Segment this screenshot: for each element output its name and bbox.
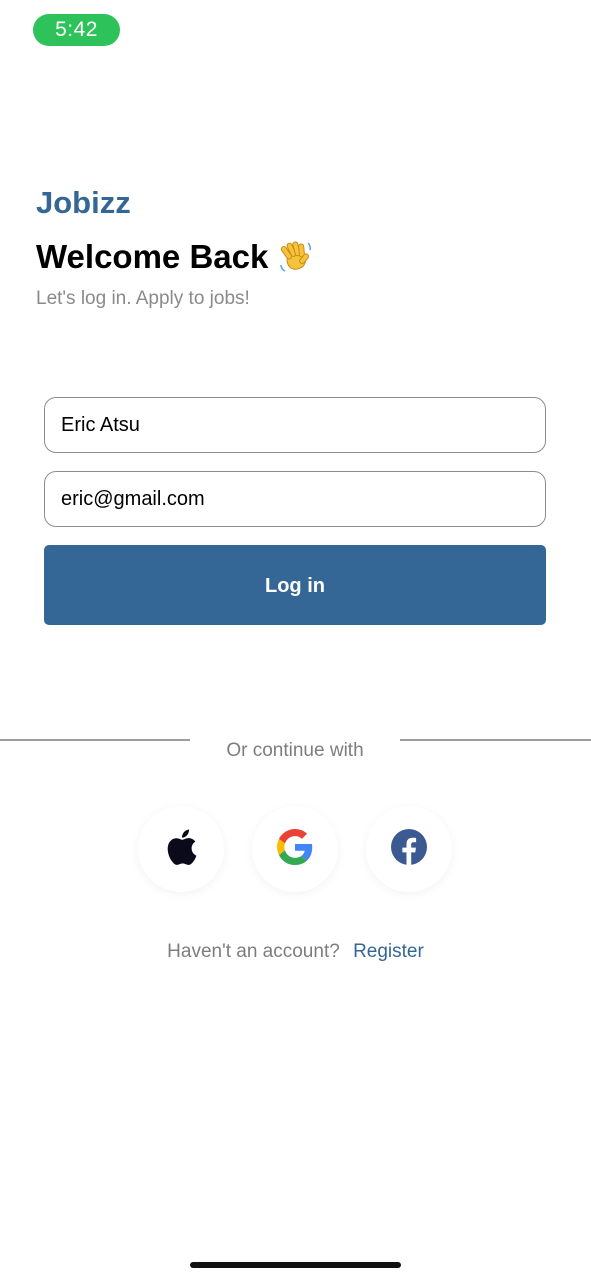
email-field[interactable] xyxy=(44,471,546,527)
page-subtitle: Let's log in. Apply to jobs! xyxy=(36,288,250,309)
register-question: Haven't an account? xyxy=(167,941,340,962)
divider-line-left xyxy=(0,739,190,741)
brand-logo-text: Jobizz xyxy=(36,185,131,220)
google-icon xyxy=(277,828,313,870)
login-button[interactable]: Log in xyxy=(44,545,546,625)
page-title-text: Welcome Back xyxy=(36,238,269,275)
divider-line-right xyxy=(400,739,591,741)
name-field[interactable] xyxy=(44,397,546,453)
google-login-button[interactable] xyxy=(252,806,338,892)
apple-icon xyxy=(164,828,198,871)
waving-hand-icon xyxy=(278,239,314,275)
register-prompt: Haven't an account? Register xyxy=(0,941,591,963)
page-title: Welcome Back xyxy=(36,238,314,276)
status-time: 5:42 xyxy=(33,14,120,46)
facebook-icon xyxy=(390,828,428,871)
register-link[interactable]: Register xyxy=(353,941,424,962)
home-indicator[interactable] xyxy=(190,1262,401,1268)
facebook-login-button[interactable] xyxy=(366,806,452,892)
apple-login-button[interactable] xyxy=(138,806,224,892)
divider-text: Or continue with xyxy=(226,740,364,761)
